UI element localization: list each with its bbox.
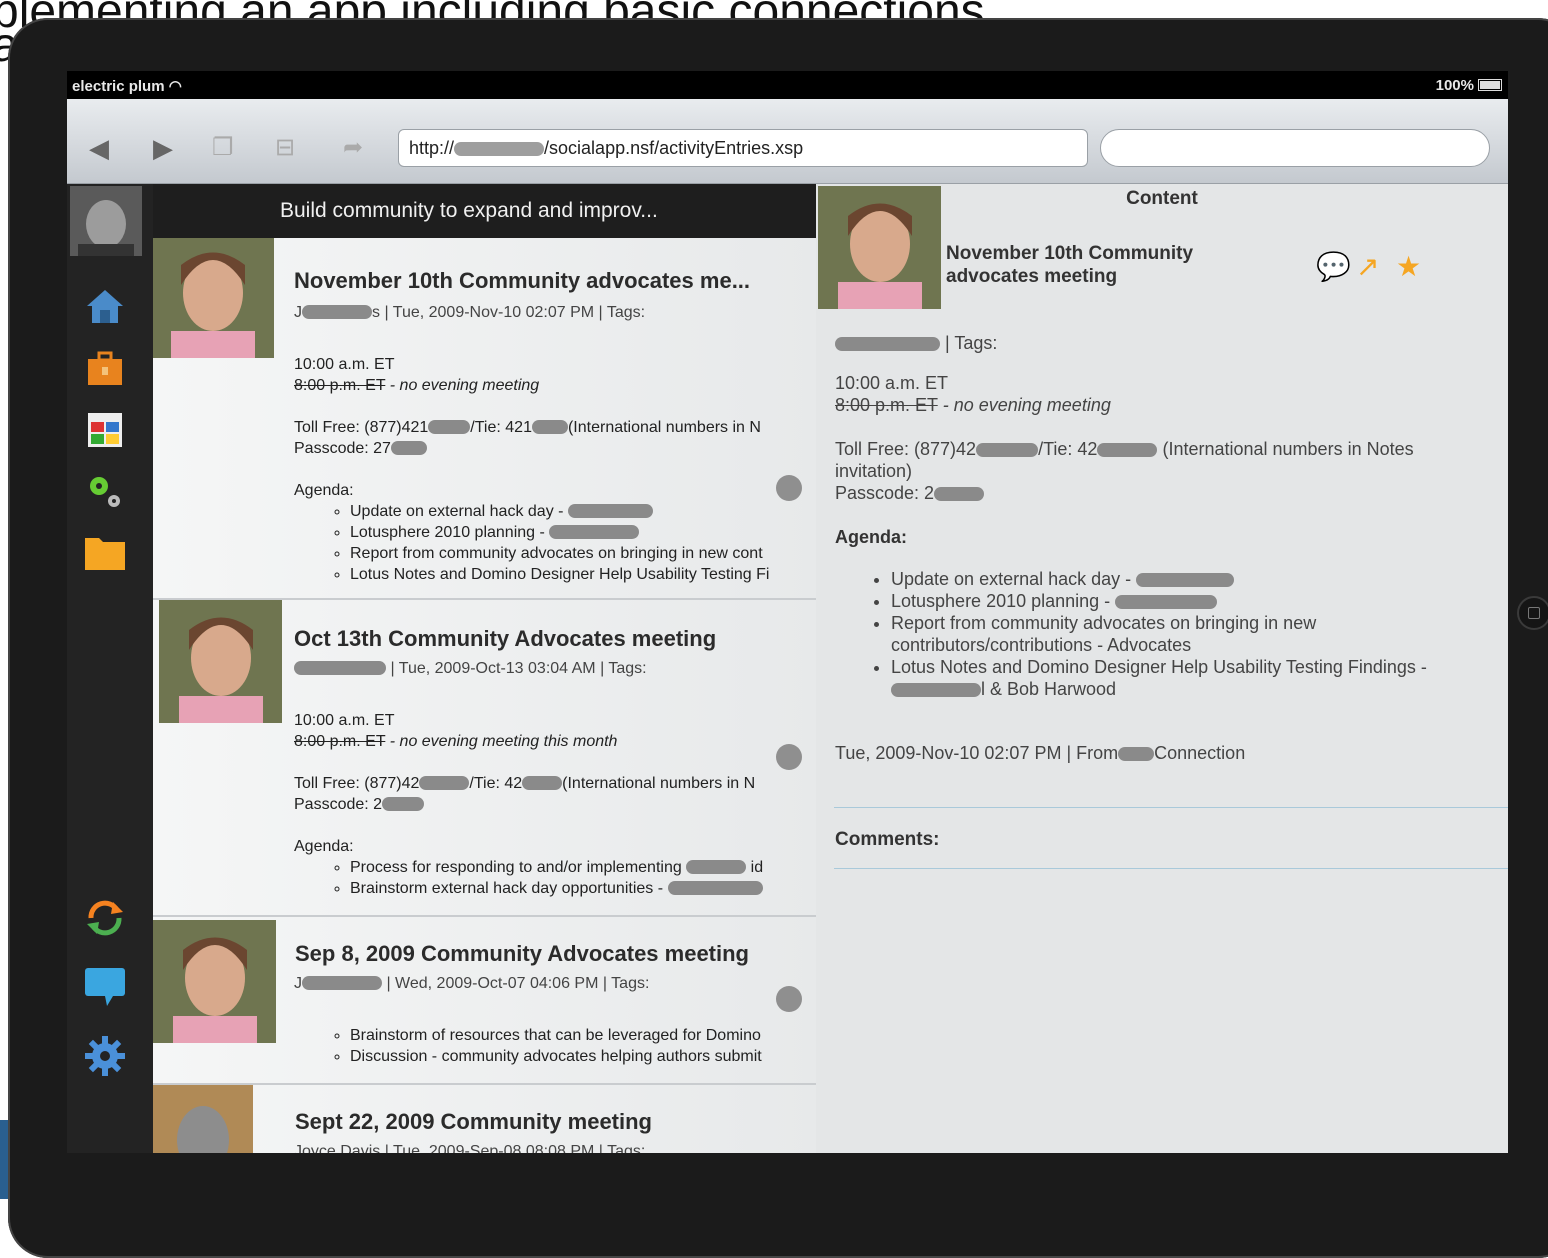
entry-title[interactable]: Sep 8, 2009 Community Advocates meeting [295, 941, 749, 967]
share-icon[interactable]: ➦ [343, 135, 363, 161]
agenda-list: Update on external hack day - Lotusphere… [294, 501, 769, 585]
agenda-list: Brainstorm of resources that can be leve… [294, 1025, 762, 1067]
agenda-item: Lotus Notes and Domino Designer Help Usa… [350, 564, 769, 585]
entry-body: Brainstorm of resources that can be leve… [294, 1025, 762, 1067]
settings-gear-icon[interactable] [83, 1034, 127, 1078]
entry-title[interactable]: November 10th Community advocates me... [294, 268, 750, 294]
agenda-item: Discussion - community advocates helping… [350, 1046, 762, 1067]
agenda-list: Process for responding to and/or impleme… [294, 857, 763, 899]
agenda-item: Lotusphere 2010 planning - [891, 590, 1495, 612]
author-photo [818, 186, 941, 309]
carrier-label: electric plum ◠ [72, 78, 182, 95]
detail-agenda: Update on external hack day - Lotusphere… [835, 568, 1495, 700]
entry-body: 10:00 a.m. ET 8:00 p.m. ET - no evening … [294, 710, 763, 899]
pages-icon[interactable]: ❐ [212, 135, 234, 161]
gear-people-icon[interactable] [83, 470, 127, 514]
dashboard-icon[interactable] [83, 408, 127, 452]
comments-label: Comments: [835, 829, 940, 850]
comment-icon[interactable] [83, 964, 127, 1008]
tablet-screen: electric plum ◠ 100% ◀ ▶ ❐ ⊟ ➦ http:///s… [67, 71, 1508, 1153]
agenda-item: Report from community advocates on bring… [891, 612, 1495, 656]
entry-meta: Joyce Davis | Tue, 2009-Sep-08 08:08 PM … [294, 1143, 646, 1153]
agenda-item: Update on external hack day - [891, 568, 1495, 590]
status-bar: electric plum ◠ 100% [67, 71, 1508, 99]
list-header: Build community to expand and improv... [153, 184, 816, 238]
list-item[interactable]: Oct 13th Community Advocates meeting | T… [153, 600, 816, 917]
battery-icon [1478, 79, 1502, 91]
wifi-icon: ◠ [168, 78, 182, 95]
home-button[interactable] [1517, 596, 1548, 630]
redaction [302, 976, 382, 990]
divider [834, 868, 1508, 869]
detail-actions: 💬 ↗ ★ [1316, 250, 1436, 283]
briefcase-icon[interactable] [83, 347, 127, 391]
redaction [302, 305, 372, 319]
detail-title: November 10th Community advocates meetin… [946, 243, 1194, 287]
entry-title[interactable]: Oct 13th Community Advocates meeting [294, 626, 716, 652]
list-item[interactable]: Sept 22, 2009 Community meeting Joyce Da… [153, 1085, 816, 1153]
back-icon[interactable]: ◀ [89, 135, 109, 161]
comment-bubble-icon[interactable]: 💬 [1316, 250, 1356, 283]
detail-pane: Content November 10th Community advocate… [816, 184, 1508, 1153]
redaction [454, 142, 545, 156]
forward-icon[interactable]: ▶ [153, 135, 173, 161]
redaction [294, 661, 386, 675]
activity-list: November 10th Community advocates me... … [153, 238, 816, 1153]
agenda-item: Lotusphere 2010 planning - [350, 522, 769, 543]
battery-indicator: 100% [1436, 77, 1502, 94]
divider [834, 807, 1508, 808]
agenda-item: Lotus Notes and Domino Designer Help Usa… [891, 656, 1495, 700]
unread-indicator [776, 744, 802, 770]
list-item[interactable]: November 10th Community advocates me... … [153, 238, 816, 600]
share-arrow-icon[interactable]: ↗ [1356, 250, 1396, 283]
entry-meta: J | Wed, 2009-Oct-07 04:06 PM | Tags: [294, 975, 650, 992]
entry-meta: | Tue, 2009-Oct-13 03:04 AM | Tags: [294, 660, 647, 678]
unread-indicator [776, 475, 802, 501]
home-icon[interactable] [83, 284, 127, 328]
agenda-item: Update on external hack day - [350, 501, 769, 522]
bookmarks-icon[interactable]: ⊟ [275, 135, 295, 161]
author-photo [153, 1085, 253, 1153]
user-avatar[interactable] [70, 186, 142, 256]
unread-indicator [776, 986, 802, 1012]
list-item[interactable]: Sep 8, 2009 Community Advocates meeting … [153, 917, 816, 1085]
detail-body: | Tags: 10:00 a.m. ET 8:00 p.m. ET - no … [835, 332, 1495, 764]
app-sidebar [67, 184, 153, 1153]
refresh-icon[interactable] [83, 896, 127, 940]
entry-body: 10:00 a.m. ET 8:00 p.m. ET - no evening … [294, 354, 769, 585]
agenda-item: Process for responding to and/or impleme… [350, 857, 763, 878]
star-icon[interactable]: ★ [1396, 250, 1436, 283]
author-photo [153, 920, 276, 1043]
url-field[interactable]: http:///socialapp.nsf/activityEntries.xs… [398, 129, 1088, 167]
author-photo [153, 238, 274, 358]
author-photo [159, 600, 282, 723]
entry-meta: Js | Tue, 2009-Nov-10 02:07 PM | Tags: [294, 304, 646, 321]
browser-toolbar: ◀ ▶ ❐ ⊟ ➦ http:///socialapp.nsf/activity… [67, 99, 1508, 184]
redaction [835, 337, 940, 351]
agenda-item: Brainstorm of resources that can be leve… [350, 1025, 762, 1046]
entry-title[interactable]: Sept 22, 2009 Community meeting [295, 1109, 652, 1135]
folder-icon[interactable] [83, 530, 127, 574]
agenda-item: Brainstorm external hack day opportuniti… [350, 878, 763, 899]
search-field[interactable] [1100, 129, 1490, 167]
agenda-item: Report from community advocates on bring… [350, 543, 769, 564]
